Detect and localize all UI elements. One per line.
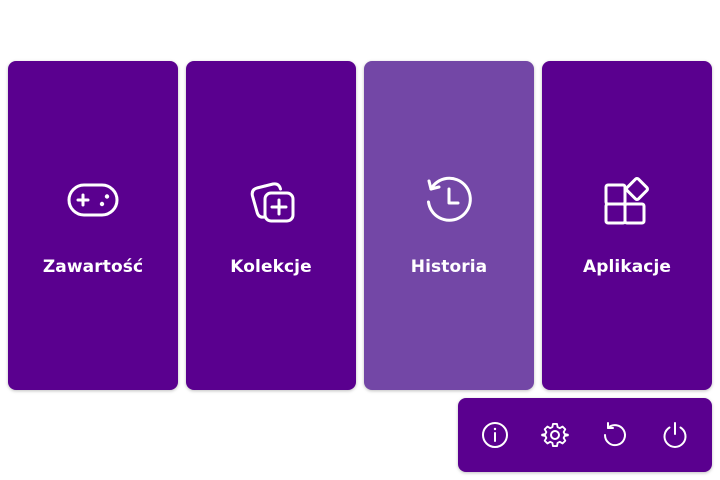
- power-icon: [663, 422, 687, 448]
- apps-icon: [599, 173, 655, 229]
- tile-kolekcje[interactable]: Kolekcje: [186, 61, 356, 390]
- tile-aplikacje[interactable]: Aplikacje: [542, 61, 712, 390]
- tile-label: Zawartość: [42, 257, 144, 277]
- tile-label: Aplikacje: [582, 257, 672, 277]
- restart-icon: [603, 422, 626, 447]
- tile-label: Kolekcje: [230, 257, 312, 277]
- power-button[interactable]: [660, 420, 690, 450]
- collections-add-icon: [243, 173, 299, 229]
- info-button[interactable]: [480, 420, 510, 450]
- system-power-bar: [458, 398, 712, 472]
- history-icon: [421, 173, 477, 229]
- restart-button[interactable]: [600, 420, 630, 450]
- tile-label: Historia: [410, 257, 488, 277]
- tile-zawartosc[interactable]: Zawartość: [8, 61, 178, 390]
- settings-gear-icon: [541, 423, 569, 447]
- tile-historia[interactable]: Historia: [364, 61, 534, 390]
- gamepad-icon: [65, 173, 121, 229]
- settings-button[interactable]: [540, 420, 570, 450]
- info-icon: [482, 422, 508, 448]
- app-root: Zawartość Kolekcje Historia Aplikacje: [0, 0, 720, 480]
